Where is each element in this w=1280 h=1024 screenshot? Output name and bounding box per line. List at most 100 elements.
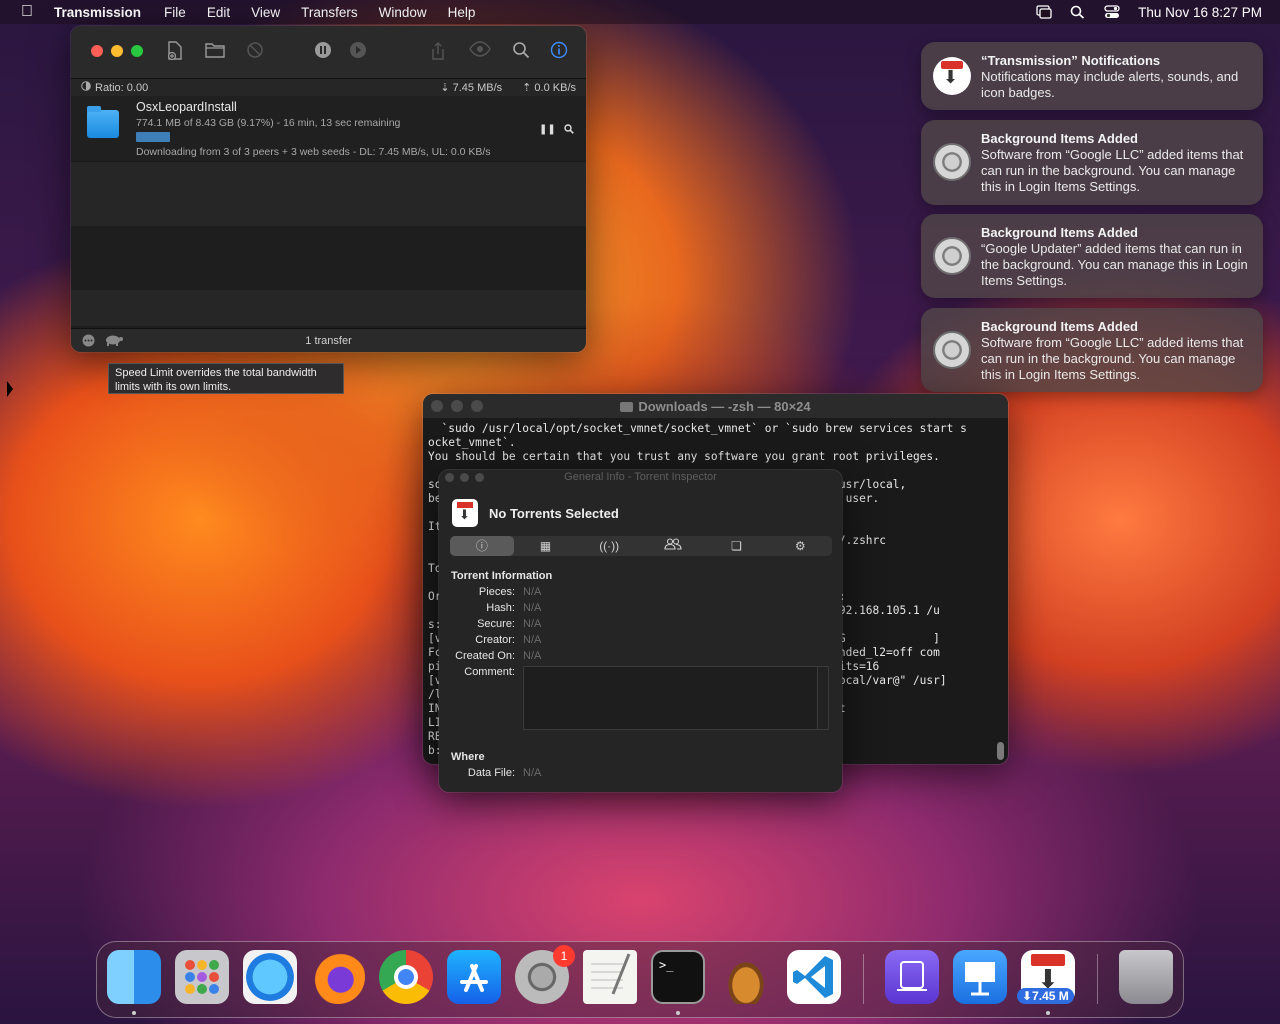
- utm-icon[interactable]: [885, 950, 939, 1004]
- tab-files[interactable]: ❏: [705, 536, 769, 556]
- system-settings-gear-icon: [933, 237, 971, 275]
- launchpad-icon[interactable]: [175, 950, 229, 1004]
- terminal-icon[interactable]: >_: [651, 950, 705, 1004]
- inspector-title: General Info - Torrent Inspector: [564, 471, 717, 483]
- notification-title: Background Items Added: [981, 131, 1138, 146]
- field-pieces: Pieces: N/A: [439, 586, 839, 600]
- resume-all-icon[interactable]: [348, 41, 368, 61]
- info-inspector-icon[interactable]: [549, 41, 569, 61]
- antenna-icon: ((·)): [599, 539, 620, 553]
- menu-app-name[interactable]: Transmission: [54, 5, 141, 20]
- vscode-icon[interactable]: [787, 950, 841, 1004]
- transmission-window: Ratio: 0.00 ⇣ 7.45 MB/s ⇡ 0.0 KB/s OsxLe…: [71, 26, 586, 352]
- download-speed-total: ⇣ 7.45 MB/s: [440, 82, 503, 94]
- open-folder-icon[interactable]: [205, 41, 225, 61]
- menu-window[interactable]: Window: [379, 5, 427, 20]
- field-label: Created On:: [455, 650, 515, 662]
- menu-clock[interactable]: Thu Nov 16 8:27 PM: [1138, 5, 1262, 20]
- terminal-line: ocket_vmnet`.: [428, 436, 516, 449]
- ratio-text[interactable]: Ratio: 0.00: [95, 82, 148, 94]
- keynote-icon[interactable]: [953, 950, 1007, 1004]
- torrent-progress-text: 774.1 MB of 8.43 GB (9.17%) - 16 min, 13…: [136, 117, 401, 129]
- pause-icon[interactable]: ❚❚: [539, 124, 556, 137]
- quicklook-eye-icon[interactable]: [469, 41, 491, 61]
- notification-title: “Transmission” Notifications: [981, 53, 1161, 68]
- field-value: N/A: [523, 618, 542, 630]
- pause-all-icon[interactable]: [313, 41, 333, 61]
- apple-menu-icon[interactable]: : [0, 3, 54, 21]
- tab-general-info[interactable]: ⓘ: [450, 536, 514, 556]
- notification-transmission[interactable]: “Transmission” Notifications Notificatio…: [921, 42, 1263, 110]
- field-value: N/A: [523, 602, 542, 614]
- menu-transfers[interactable]: Transfers: [301, 5, 358, 20]
- tab-options[interactable]: ⚙: [768, 536, 832, 556]
- torrent-row[interactable]: OsxLeopardInstall 774.1 MB of 8.43 GB (9…: [71, 96, 586, 162]
- section-torrent-information: Torrent Information: [451, 570, 553, 582]
- notification-background-items[interactable]: Background Items Added “Google Updater” …: [921, 214, 1263, 298]
- terminal-scroll-thumb[interactable]: [997, 742, 1004, 760]
- trash-icon[interactable]: [1119, 950, 1173, 1004]
- zoom-button[interactable]: [131, 45, 143, 57]
- notification-background-items[interactable]: Background Items Added Software from “Go…: [921, 308, 1263, 392]
- garageband-icon[interactable]: [719, 950, 773, 1004]
- menu-view[interactable]: View: [251, 5, 280, 20]
- terminal-scrollbar[interactable]: [995, 422, 1004, 762]
- share-icon[interactable]: [428, 41, 448, 61]
- remove-torrent-icon[interactable]: [245, 41, 265, 61]
- menu-help[interactable]: Help: [448, 5, 476, 20]
- torrent-row-actions: ❚❚: [539, 124, 574, 137]
- field-creator: Creator: N/A: [439, 634, 839, 648]
- screen-mirroring-icon[interactable]: [1036, 5, 1052, 19]
- upload-speed-total: ⇡ 0.0 KB/s: [522, 82, 576, 94]
- tab-activity[interactable]: ▦: [514, 536, 578, 556]
- terminal-line: You should be certain that you trust any…: [428, 450, 940, 463]
- download-speed-badge: ⬇7.45 M: [1017, 988, 1074, 1004]
- dock: 1 >_ ⬇ ⬇7.45 M: [96, 941, 1184, 1018]
- system-settings-icon[interactable]: 1: [515, 945, 575, 1004]
- field-label: Comment:: [464, 666, 515, 678]
- torrent-progress-bar: [136, 132, 508, 142]
- control-center-icon[interactable]: [1104, 5, 1120, 19]
- notification-body: Notifications may include alerts, sounds…: [981, 69, 1239, 100]
- chrome-icon[interactable]: [379, 950, 433, 1004]
- ratio-icon[interactable]: [81, 81, 91, 94]
- folder-icon: [87, 106, 119, 138]
- notification-background-items[interactable]: Background Items Added Software from “Go…: [921, 120, 1263, 205]
- torrent-status-text: Downloading from 3 of 3 peers + 3 web se…: [136, 146, 491, 158]
- field-created-on: Created On: N/A: [439, 650, 839, 664]
- tab-trackers[interactable]: ((·)): [577, 536, 641, 556]
- field-label: Data File:: [467, 767, 515, 779]
- finder-icon[interactable]: [107, 950, 161, 1004]
- upload-arrow-icon: ⇡: [522, 82, 532, 94]
- reveal-search-icon[interactable]: [564, 124, 574, 137]
- firefox-icon[interactable]: [311, 950, 365, 1004]
- mouse-cursor: [7, 381, 13, 397]
- menu-file[interactable]: File: [164, 5, 186, 20]
- inspector-title-bar: General Info - Torrent Inspector: [439, 470, 842, 484]
- open-torrent-file-icon[interactable]: [165, 41, 185, 61]
- spotlight-search-icon[interactable]: [1070, 5, 1086, 19]
- files-icon: ❏: [731, 539, 742, 553]
- system-settings-gear-icon: [933, 331, 971, 369]
- tab-peers[interactable]: [641, 536, 705, 556]
- inspector-header: No Torrents Selected: [489, 506, 619, 521]
- folder-icon: [620, 402, 634, 412]
- transmission-bottom-bar: 1 transfer: [71, 328, 586, 352]
- field-value: N/A: [523, 650, 542, 662]
- comment-textarea[interactable]: [523, 666, 829, 730]
- notification-body: “Google Updater” added items that can ru…: [981, 241, 1248, 288]
- torrent-name: OsxLeopardInstall: [136, 100, 237, 114]
- search-icon[interactable]: [511, 41, 531, 61]
- field-hash: Hash: N/A: [439, 602, 839, 616]
- running-indicator: [676, 1011, 680, 1015]
- transmission-dock-icon[interactable]: ⬇ ⬇7.45 M: [1017, 950, 1075, 1004]
- textedit-icon[interactable]: [583, 950, 637, 1004]
- notification-title: Background Items Added: [981, 225, 1138, 240]
- transmission-status-bar: Ratio: 0.00 ⇣ 7.45 MB/s ⇡ 0.0 KB/s: [71, 78, 586, 96]
- menu-edit[interactable]: Edit: [207, 5, 230, 20]
- app-store-icon[interactable]: [447, 950, 501, 1004]
- close-button[interactable]: [91, 45, 103, 57]
- minimize-button[interactable]: [111, 45, 123, 57]
- transmission-toolbar: [71, 26, 586, 78]
- safari-icon[interactable]: [243, 950, 297, 1004]
